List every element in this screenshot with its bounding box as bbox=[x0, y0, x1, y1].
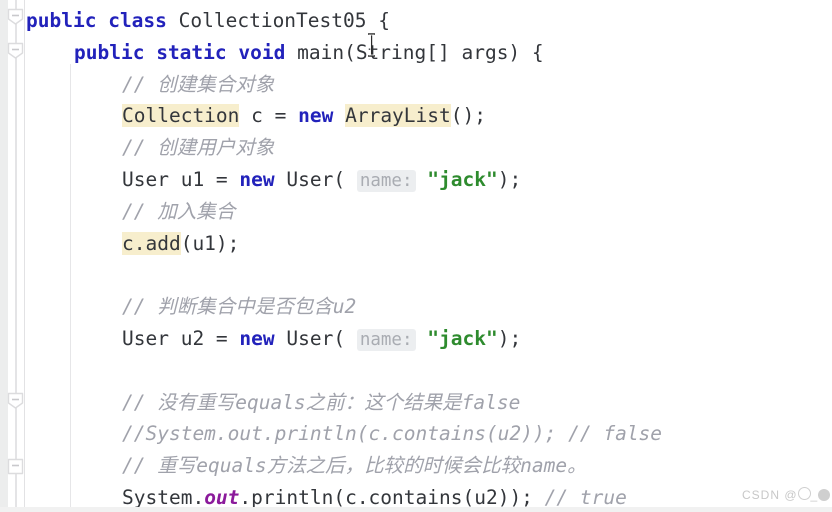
code-line[interactable]: User u2 = new User( name: "jack"); bbox=[122, 322, 521, 356]
code-token-kw: public bbox=[26, 9, 97, 32]
watermark-ring-glyph bbox=[797, 487, 811, 500]
code-token-cmt: // 判断集合中是否包含u2 bbox=[122, 295, 357, 319]
code-token-plain: CollectionTest05 { bbox=[166, 9, 390, 32]
code-token-kw: void bbox=[238, 40, 286, 64]
code-token-cmt: //System.out.println(c.contains(u2)); //… bbox=[122, 422, 663, 446]
code-token-hl: Collection bbox=[122, 104, 240, 128]
code-token-plain: User u2 = bbox=[122, 327, 240, 350]
code-token-kw: new bbox=[239, 168, 275, 191]
code-line[interactable]: //System.out.println(c.contains(u2)); //… bbox=[122, 417, 662, 451]
code-line[interactable]: // 没有重写equals之前：这个结果是false bbox=[122, 386, 520, 420]
code-token-plain: ); bbox=[497, 327, 522, 350]
indent-guide-level-1 bbox=[70, 64, 71, 512]
code-token-kw: public bbox=[74, 40, 145, 64]
gutter-divider-line bbox=[24, 0, 25, 512]
code-token-plain: (); bbox=[450, 104, 486, 128]
code-token-kw: class bbox=[108, 9, 167, 32]
code-line[interactable]: // 加入集合 bbox=[122, 195, 235, 229]
code-token-cmt: // true bbox=[544, 486, 627, 509]
fold-rail-segment bbox=[15, 0, 17, 512]
code-token-hl: c.add bbox=[122, 231, 181, 255]
watermark-separator: _ bbox=[810, 488, 819, 502]
code-token-plain: User( bbox=[274, 168, 357, 191]
code-line[interactable]: public class CollectionTest05 { bbox=[26, 4, 390, 38]
watermark-prefix: CSDN @ bbox=[742, 488, 798, 502]
code-token-plain: .println(c.contains(u2)); bbox=[239, 486, 545, 509]
code-token-plain: System. bbox=[122, 486, 205, 509]
code-token-plain: ); bbox=[497, 168, 522, 191]
csdn-watermark: CSDN @ _ bbox=[742, 487, 831, 502]
code-token-cmt: // 创建用户对象 bbox=[122, 136, 275, 160]
code-editor-screenshot: public class CollectionTest05 {public st… bbox=[0, 0, 832, 512]
code-token-hl: ArrayList bbox=[345, 104, 451, 128]
fold-class-icon[interactable] bbox=[7, 8, 24, 25]
watermark-dot-glyph bbox=[818, 489, 831, 501]
code-line[interactable]: User u1 = new User( name: "jack"); bbox=[122, 163, 521, 197]
code-line[interactable]: // 创建用户对象 bbox=[122, 131, 274, 165]
code-token-plain: (u1); bbox=[180, 231, 240, 255]
code-line[interactable]: Collection c = new ArrayList(); bbox=[122, 99, 486, 133]
code-token-plain: User( bbox=[274, 327, 357, 350]
code-token-plain: c = bbox=[239, 104, 299, 128]
code-line[interactable]: c.add(u1); bbox=[122, 227, 239, 261]
code-token-kw: static bbox=[156, 40, 227, 64]
code-token-kw: new bbox=[239, 327, 275, 350]
code-token-hint: name: bbox=[356, 170, 416, 192]
editor-gutter-strip bbox=[0, 0, 8, 512]
fold-collapsed-icon[interactable] bbox=[7, 458, 24, 475]
code-token-str: "jack" bbox=[427, 168, 498, 191]
code-token-hint: name: bbox=[356, 329, 416, 351]
fold-method-icon[interactable] bbox=[7, 42, 24, 59]
bottom-edge-fade bbox=[0, 507, 832, 512]
code-line[interactable]: // 重写equals方法之后，比较的时候会比较name。 bbox=[122, 449, 587, 483]
code-token-plain: main(String[] args) { bbox=[285, 40, 544, 64]
code-token-kw: new bbox=[298, 104, 334, 128]
code-token-str: "jack" bbox=[427, 327, 498, 350]
code-token-cmt: // 加入集合 bbox=[122, 199, 236, 223]
code-token-cmt: // 创建集合对象 bbox=[122, 72, 275, 96]
code-line[interactable]: // 创建集合对象 bbox=[122, 68, 274, 102]
code-token-cmt: // 没有重写equals之前：这个结果是false bbox=[122, 390, 521, 414]
code-token-field: out bbox=[204, 486, 240, 509]
fold-region-icon[interactable] bbox=[7, 392, 24, 409]
code-token-plain: User u1 = bbox=[122, 168, 240, 191]
i-beam-cursor bbox=[366, 33, 377, 57]
code-line[interactable]: public static void main(String[] args) { bbox=[74, 36, 544, 70]
code-line[interactable]: // 判断集合中是否包含u2 bbox=[122, 290, 356, 324]
code-token-cmt: // 重写equals方法之后，比较的时候会比较name。 bbox=[122, 454, 587, 478]
